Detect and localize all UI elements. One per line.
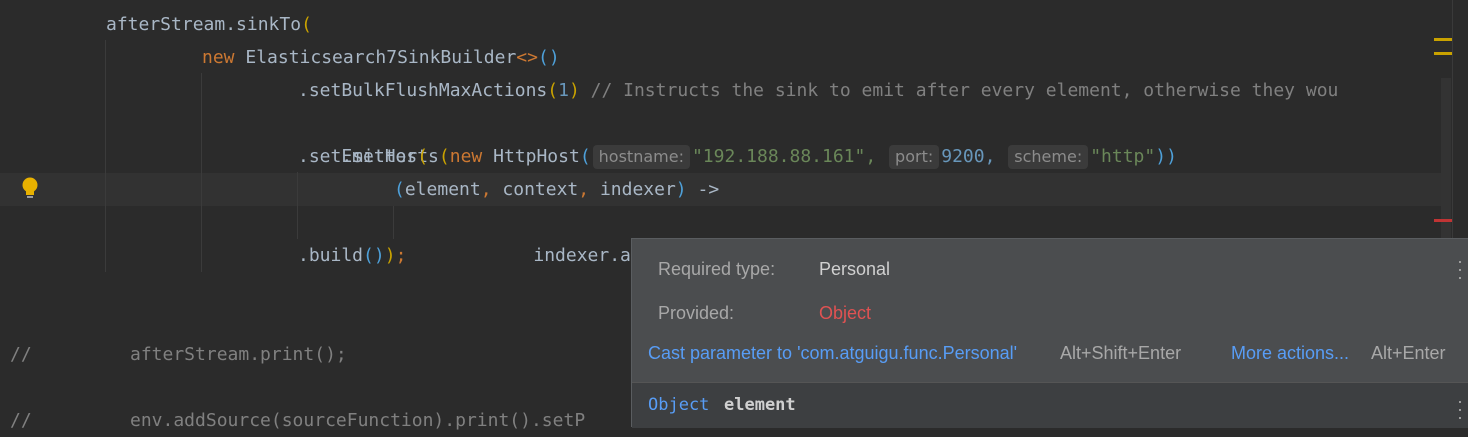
code-line[interactable]: //	[10, 338, 32, 371]
code-token: env.addSource(sourceFunction).print().se…	[130, 410, 586, 431]
code-token: .build	[298, 245, 364, 266]
param-hint-hostname: hostname:	[592, 145, 690, 169]
code-token: 1	[558, 80, 569, 101]
code-line[interactable]: afterStream.sinkTo(	[106, 8, 312, 41]
code-token: Elasticsearch7SinkBuilder	[245, 47, 517, 68]
current-line-highlight	[0, 173, 1450, 206]
more-actions-shortcut: Alt+Enter	[1371, 343, 1446, 363]
code-token: ->	[686, 179, 720, 200]
code-token: element	[404, 179, 481, 200]
code-token: context	[502, 179, 579, 200]
code-token: ,	[578, 179, 600, 200]
code-token: ;	[395, 245, 407, 266]
code-token: .setBulkFlushMaxActions	[298, 80, 548, 101]
code-line[interactable]: (element, context, indexer) ->	[394, 173, 719, 206]
indent-guide	[393, 206, 394, 239]
doc-type[interactable]: Object	[648, 395, 709, 415]
provided-label: Provided:	[658, 303, 735, 323]
required-type-value: Personal	[819, 259, 891, 279]
code-token: )	[568, 80, 580, 101]
code-token: .setEmitter	[298, 146, 418, 167]
code-token: afterStream.print();	[130, 344, 347, 365]
code-token: afterStream.sinkTo	[106, 14, 302, 35]
indent-guide	[105, 40, 106, 272]
code-token: ,	[480, 179, 503, 200]
code-token: ()	[537, 47, 560, 68]
code-token: (	[394, 179, 405, 200]
cast-parameter-action[interactable]: Cast parameter to 'com.atguigu.func.Pers…	[648, 343, 1017, 364]
code-token: new	[202, 47, 246, 68]
provided-value: Object	[819, 303, 872, 323]
code-line[interactable]: .setBulkFlushMaxActions(1) // Instructs …	[298, 74, 1338, 107]
code-token: ()	[363, 245, 385, 266]
code-token: (	[301, 14, 312, 35]
code-token: //	[10, 410, 32, 431]
code-token: (	[547, 80, 559, 101]
scheme-value: "http"	[1090, 146, 1156, 167]
code-token: (	[438, 146, 450, 167]
code-token: // Instructs the sink to emit after ever…	[579, 80, 1339, 101]
port-value: 9200,	[941, 146, 996, 167]
code-token: //	[10, 344, 32, 365]
code-token: )	[675, 179, 687, 200]
code-line[interactable]: //	[10, 404, 32, 437]
error-tooltip-popup: Required type: Personal Provided: Object…	[631, 238, 1468, 428]
code-line[interactable]: indexer.add(createIndexRequest(element))…	[490, 206, 977, 266]
code-line[interactable]: afterStream.print();	[130, 338, 347, 371]
param-hint-scheme: scheme:	[1008, 145, 1089, 169]
warning-marker[interactable]	[1434, 52, 1452, 55]
more-actions-link[interactable]: More actions...	[1231, 343, 1349, 364]
required-type-label: Required type:	[658, 259, 776, 279]
cast-parameter-shortcut: Alt+Shift+Enter	[1060, 343, 1182, 363]
code-line[interactable]: new Elasticsearch7SinkBuilder<>()	[202, 41, 560, 74]
code-token: )	[384, 245, 396, 266]
code-line[interactable]: .setEmitter(	[298, 140, 428, 173]
code-token: new	[449, 146, 494, 167]
doc-name: element	[724, 395, 796, 415]
code-line[interactable]: .setHosts(new HttpHost(hostname: "192.188…	[298, 107, 1177, 169]
code-token: indexer	[599, 179, 676, 200]
menu-dots-icon[interactable]: · · ·	[1457, 392, 1463, 426]
code-token: (	[417, 146, 429, 167]
documentation-pane: Object element · · ·	[632, 382, 1468, 428]
code-token: <>	[516, 47, 538, 68]
warning-marker[interactable]	[1434, 38, 1452, 41]
code-token: (	[579, 146, 591, 167]
hostname-value: "192.188.88.161",	[691, 146, 877, 167]
closing-parens: ))	[1155, 146, 1177, 167]
indent-guide	[201, 73, 202, 272]
code-token: HttpHost	[493, 146, 580, 167]
menu-dots-icon[interactable]: · · ·	[1457, 252, 1463, 286]
error-marker[interactable]	[1434, 219, 1452, 222]
code-line[interactable]: env.addSource(sourceFunction).print().se…	[130, 404, 585, 437]
param-hint-port: port:	[889, 145, 940, 169]
lightbulb-icon[interactable]	[21, 176, 39, 202]
code-line[interactable]: .build());	[298, 239, 406, 272]
